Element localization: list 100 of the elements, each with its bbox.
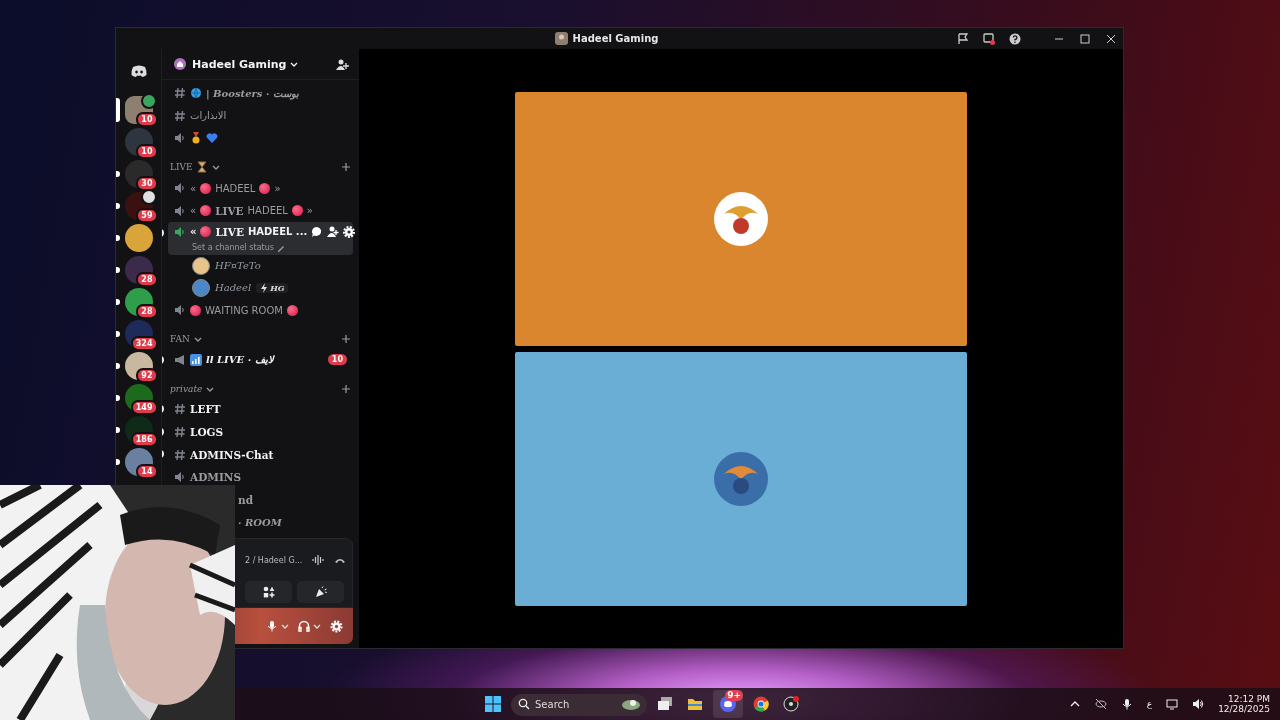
- category-label[interactable]: private: [170, 383, 203, 394]
- channel-name[interactable]: LOGS: [190, 426, 224, 439]
- soundboard-button[interactable]: [297, 581, 344, 603]
- voice-location[interactable]: 2 / Hadeel G...: [245, 555, 303, 565]
- member-name[interactable]: HF¤TeTo: [215, 260, 261, 272]
- server-icon: [554, 32, 568, 45]
- clock-time[interactable]: 12:12 PM: [1228, 694, 1270, 704]
- windows-stack-icon: [657, 696, 673, 712]
- channel-name[interactable]: ll LIVE · لايف: [206, 354, 274, 366]
- category-label[interactable]: LIVE: [170, 162, 193, 173]
- heart-icon: [206, 132, 218, 145]
- globe-icon: [190, 87, 202, 100]
- chrome-icon: [753, 696, 769, 712]
- channel-name[interactable]: »: [306, 205, 313, 217]
- channel-name[interactable]: · ROOM: [238, 516, 282, 528]
- live-dot-icon: [190, 304, 201, 316]
- party-horn-icon: [314, 586, 327, 598]
- signal-bars-icon: [190, 353, 202, 366]
- channel-name[interactable]: HADEEL: [247, 205, 288, 217]
- help-icon[interactable]: [1009, 32, 1021, 45]
- notification-badge: 9+: [725, 690, 743, 701]
- video-tile[interactable]: [515, 91, 967, 346]
- medal-icon: [190, 132, 202, 145]
- mention-badge: 10: [136, 112, 158, 127]
- live-dot-icon: [200, 226, 212, 238]
- maximize-icon[interactable]: [1079, 32, 1091, 45]
- search-field[interactable]: Search: [511, 693, 647, 716]
- avatar-icon: [714, 191, 768, 246]
- channel-name[interactable]: ADMINS: [190, 471, 241, 484]
- live-dot-icon: [286, 304, 298, 316]
- activities-button[interactable]: [245, 581, 292, 603]
- tag-text: HG: [270, 282, 285, 293]
- channel-name[interactable]: | Boosters · بوست: [206, 87, 299, 99]
- mention-badge: 92: [136, 368, 158, 383]
- plus-icon[interactable]: [341, 383, 351, 394]
- mention-badge: 28: [136, 272, 158, 287]
- flag-icon[interactable]: [957, 32, 969, 45]
- clock-date[interactable]: 12/28/2025: [1218, 704, 1270, 714]
- invite-icon[interactable]: [327, 225, 340, 238]
- eye-off-icon[interactable]: [1094, 698, 1107, 710]
- channel-name[interactable]: WAITING ROOM: [205, 304, 283, 316]
- screen-icon[interactable]: [983, 32, 995, 45]
- channel-name[interactable]: LIVE: [215, 225, 244, 238]
- settings-icon[interactable]: [330, 619, 343, 633]
- shapes-icon: [262, 586, 275, 598]
- live-dot-icon: [291, 205, 303, 217]
- hourglass-icon: [195, 161, 208, 174]
- channel-name[interactable]: HADEEL ...: [247, 226, 308, 238]
- server-name[interactable]: Hadeel Gaming: [192, 57, 287, 71]
- channel-name[interactable]: »: [274, 182, 281, 194]
- mention-badge: 324: [130, 336, 158, 351]
- mention-badge: 30: [136, 176, 158, 191]
- server-icon[interactable]: [124, 256, 153, 284]
- member-name[interactable]: Hadeel: [215, 282, 252, 294]
- mention-badge: 28: [136, 304, 158, 319]
- input-language[interactable]: ع: [1146, 699, 1153, 709]
- live-dot-icon: [259, 182, 271, 194]
- chat-bubble-icon[interactable]: [311, 225, 324, 238]
- channel-name[interactable]: «: [190, 182, 197, 194]
- server-icon[interactable]: [124, 288, 153, 316]
- mention-badge: 59: [136, 208, 158, 223]
- volume-icon[interactable]: [1192, 698, 1205, 710]
- channel-name[interactable]: LIVE: [215, 204, 244, 217]
- channel-name[interactable]: HADEEL: [215, 182, 256, 194]
- channel-name[interactable]: الانذارات: [190, 110, 227, 122]
- sound-wave-icon[interactable]: [312, 554, 325, 566]
- server-icon: [174, 58, 186, 70]
- channel-name[interactable]: LEFT: [190, 403, 221, 416]
- channel-status[interactable]: Set a channel status: [192, 242, 274, 252]
- invite-icon[interactable]: [336, 57, 349, 71]
- microphone-icon[interactable]: [1120, 698, 1133, 710]
- channel-name[interactable]: nd: [238, 493, 253, 506]
- headphones-icon[interactable]: [298, 620, 310, 632]
- channel-name[interactable]: «: [190, 226, 197, 238]
- network-icon[interactable]: [1166, 698, 1179, 710]
- channel-name[interactable]: «: [190, 205, 197, 217]
- close-icon[interactable]: [1105, 32, 1117, 45]
- live-dot-icon: [200, 182, 212, 194]
- search-icon: [518, 698, 530, 710]
- category-label[interactable]: FAN: [170, 334, 190, 345]
- speaker-icon: [174, 225, 186, 238]
- mention-badge: 149: [130, 400, 158, 415]
- plus-icon[interactable]: [341, 334, 351, 345]
- mention-badge: 10: [136, 144, 158, 159]
- video-tile[interactable]: [515, 351, 967, 606]
- bolt-icon: [259, 282, 270, 293]
- server-icon[interactable]: [124, 352, 153, 380]
- avatar-icon: [714, 451, 768, 506]
- channel-name[interactable]: ADMINS-Chat: [190, 448, 274, 461]
- folder-icon: [687, 696, 703, 712]
- discord-taskbar-button[interactable]: 9+: [713, 690, 743, 718]
- plus-icon[interactable]: [341, 162, 351, 173]
- window-title: Hadeel Gaming: [572, 33, 659, 44]
- server-icon[interactable]: [124, 160, 153, 188]
- record-icon: [783, 696, 799, 712]
- settings-icon[interactable]: [343, 225, 356, 238]
- server-icon[interactable]: [124, 224, 153, 252]
- unread-count-badge: 10: [327, 354, 347, 366]
- live-dot-icon: [200, 205, 212, 217]
- mention-badge: 14: [136, 464, 158, 479]
